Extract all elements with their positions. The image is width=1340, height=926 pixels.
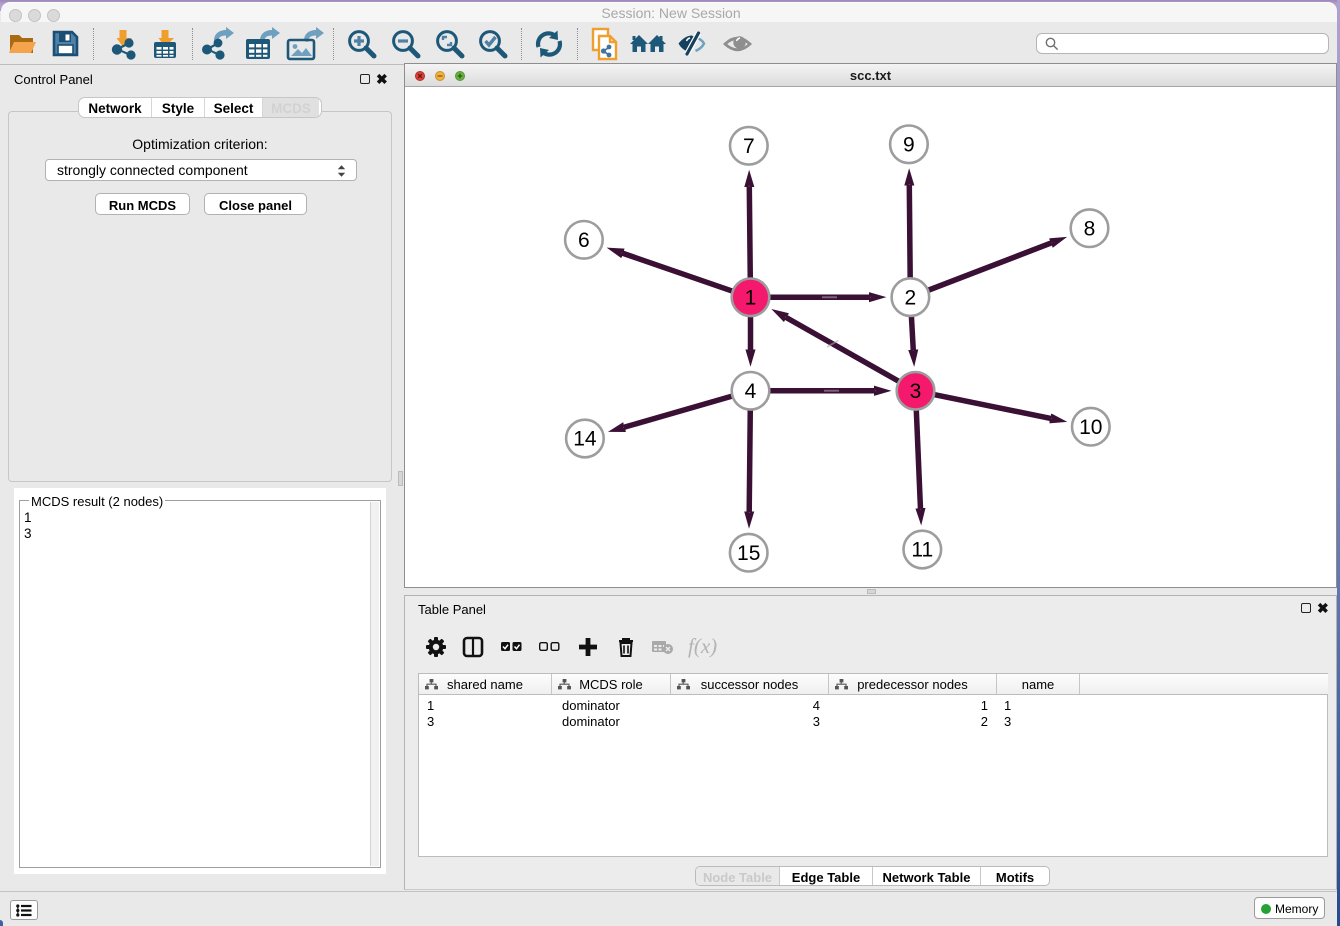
svg-text:3: 3 bbox=[910, 380, 922, 403]
svg-text:2: 2 bbox=[905, 286, 917, 309]
svg-text:14: 14 bbox=[573, 428, 597, 451]
svg-text:15: 15 bbox=[737, 542, 760, 565]
svg-text:4: 4 bbox=[745, 380, 757, 403]
svg-text:1: 1 bbox=[745, 287, 757, 310]
svg-text:7: 7 bbox=[743, 135, 755, 158]
svg-text:10: 10 bbox=[1079, 416, 1102, 439]
svg-text:9: 9 bbox=[903, 134, 915, 157]
svg-text:6: 6 bbox=[578, 229, 590, 252]
svg-text:11: 11 bbox=[911, 539, 933, 562]
svg-text:8: 8 bbox=[1084, 217, 1096, 240]
